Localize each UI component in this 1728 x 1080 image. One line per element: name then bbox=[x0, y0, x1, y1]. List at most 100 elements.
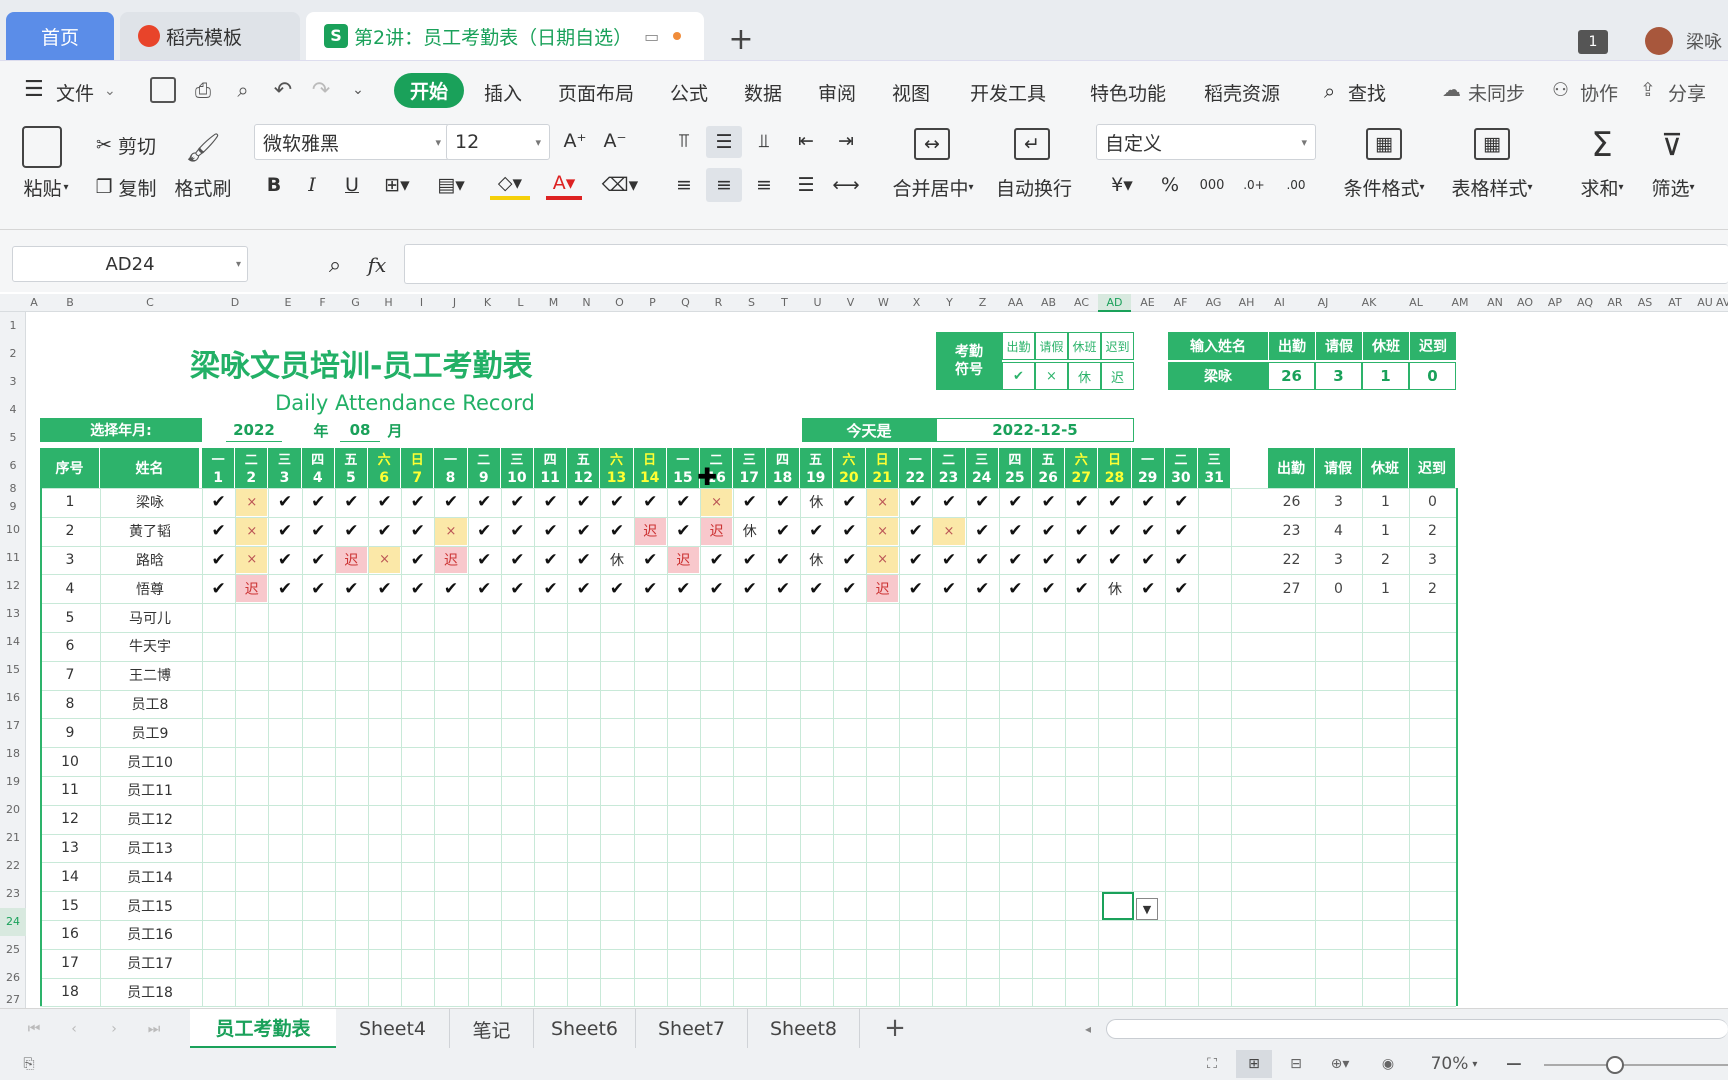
row-header-11[interactable]: 11 bbox=[0, 544, 26, 572]
attendance-cell[interactable]: ✔ bbox=[1000, 489, 1031, 516]
scroll-left-icon[interactable]: ◂ bbox=[1078, 1017, 1098, 1041]
align-top-icon[interactable]: ⫪ bbox=[668, 126, 700, 156]
attendance-cell[interactable]: ✔ bbox=[668, 489, 699, 516]
column-header-h[interactable]: H bbox=[372, 294, 405, 312]
font-size-select[interactable]: 12 ▾ bbox=[446, 124, 550, 160]
attendance-cell[interactable]: 休 bbox=[601, 547, 632, 574]
attendance-cell[interactable]: ✔ bbox=[767, 489, 798, 516]
column-header-ag[interactable]: AG bbox=[1197, 294, 1230, 312]
attendance-cell[interactable]: ✔ bbox=[1033, 547, 1064, 574]
attendance-cell[interactable]: ✔ bbox=[1033, 489, 1064, 516]
sheet-tab-3[interactable]: Sheet6 bbox=[534, 1009, 636, 1049]
attendance-cell[interactable]: ✔ bbox=[303, 518, 334, 545]
attendance-cell[interactable]: ✔ bbox=[402, 575, 433, 602]
column-header-b[interactable]: B bbox=[40, 294, 100, 312]
attendance-cell[interactable]: ✔ bbox=[203, 489, 234, 516]
attendance-cell[interactable]: 迟 bbox=[335, 546, 367, 574]
attendance-cell[interactable]: ✔ bbox=[967, 547, 998, 574]
attendance-cell[interactable]: ✔ bbox=[767, 575, 798, 602]
column-header-o[interactable]: O bbox=[603, 294, 636, 312]
menu-special[interactable]: 特色功能 bbox=[1090, 79, 1166, 106]
attendance-cell[interactable]: ✔ bbox=[469, 547, 500, 574]
attendance-cell[interactable]: ✔ bbox=[635, 575, 666, 602]
attendance-cell[interactable]: ✔ bbox=[601, 489, 632, 516]
month-input[interactable]: 08 bbox=[340, 418, 380, 442]
column-header-aj[interactable]: AJ bbox=[1300, 294, 1346, 312]
attendance-cell[interactable]: ✔ bbox=[502, 575, 533, 602]
column-header-ao[interactable]: AO bbox=[1510, 294, 1540, 312]
attendance-cell[interactable]: ✔ bbox=[1099, 547, 1130, 574]
attendance-cell[interactable]: ✔ bbox=[801, 518, 832, 545]
menu-developer[interactable]: 开发工具 bbox=[970, 79, 1046, 106]
attendance-cell[interactable]: × bbox=[867, 489, 899, 516]
redo-icon[interactable]: ↷ bbox=[308, 77, 334, 103]
cloud-icon[interactable]: ☁ bbox=[1442, 79, 1461, 101]
justify-icon[interactable]: ☰ bbox=[790, 170, 822, 200]
attendance-cell[interactable]: ✔ bbox=[1133, 489, 1164, 516]
sum-icon[interactable]: Σ bbox=[1584, 125, 1620, 165]
attendance-cell[interactable]: 迟 bbox=[634, 517, 666, 545]
table-style-icon[interactable]: ▦ bbox=[1474, 128, 1510, 160]
menu-find[interactable]: 查找 bbox=[1348, 79, 1386, 106]
attendance-cell[interactable]: ✔ bbox=[834, 518, 865, 545]
eye-protection-icon[interactable]: ◉ bbox=[1374, 1052, 1402, 1076]
column-header-d[interactable]: D bbox=[200, 294, 270, 312]
row-header-15[interactable]: 15 bbox=[0, 656, 26, 684]
attendance-cell[interactable]: ✔ bbox=[734, 575, 765, 602]
sync-status[interactable]: 未同步 bbox=[1468, 79, 1525, 106]
attendance-cell[interactable]: 休 bbox=[1099, 575, 1130, 602]
attendance-cell[interactable]: ✔ bbox=[900, 547, 931, 574]
font-color-icon[interactable]: A▾ bbox=[546, 170, 582, 200]
paste-button[interactable]: 粘贴 ▾ bbox=[18, 172, 74, 202]
attendance-cell[interactable]: ✔ bbox=[1099, 489, 1130, 516]
row-header-24[interactable]: 24 bbox=[0, 908, 26, 936]
column-header-ab[interactable]: AB bbox=[1032, 294, 1065, 312]
attendance-cell[interactable]: ✔ bbox=[967, 489, 998, 516]
increase-decimal-icon[interactable]: .0+ bbox=[1238, 170, 1270, 200]
print-preview-icon[interactable]: ⌕ bbox=[230, 77, 256, 103]
attendance-cell[interactable]: ✔ bbox=[1066, 575, 1097, 602]
column-header-r[interactable]: R bbox=[702, 294, 735, 312]
row-header-1[interactable]: 1 bbox=[0, 312, 26, 340]
attendance-cell[interactable]: ✔ bbox=[502, 489, 533, 516]
conditional-format-icon[interactable]: ▦ bbox=[1366, 128, 1402, 160]
cell-style-icon[interactable]: ▤▾ bbox=[434, 170, 468, 200]
attendance-cell[interactable]: × bbox=[236, 546, 268, 574]
column-header-m[interactable]: M bbox=[537, 294, 570, 312]
attendance-cell[interactable]: ✔ bbox=[801, 575, 832, 602]
attendance-cell[interactable]: ✔ bbox=[435, 575, 466, 602]
align-middle-icon[interactable]: ☰ bbox=[706, 126, 742, 158]
attendance-cell[interactable]: ✔ bbox=[203, 518, 234, 545]
column-header-ar[interactable]: AR bbox=[1600, 294, 1630, 312]
attendance-cell[interactable]: ✔ bbox=[402, 489, 433, 516]
attendance-cell[interactable]: ✔ bbox=[1133, 575, 1164, 602]
row-header-16[interactable]: 16 bbox=[0, 684, 26, 712]
attendance-cell[interactable]: ✔ bbox=[502, 518, 533, 545]
attendance-cell[interactable]: 休 bbox=[801, 547, 832, 574]
column-header-i[interactable]: I bbox=[405, 294, 438, 312]
menu-page-layout[interactable]: 页面布局 bbox=[558, 79, 634, 106]
attendance-cell[interactable]: 迟 bbox=[236, 575, 268, 603]
attendance-cell[interactable]: ✔ bbox=[967, 575, 998, 602]
attendance-cell[interactable]: ✔ bbox=[369, 518, 400, 545]
attendance-cell[interactable]: ✔ bbox=[336, 489, 367, 516]
attendance-cell[interactable]: × bbox=[701, 489, 733, 516]
attendance-cell[interactable]: × bbox=[867, 517, 899, 545]
decrease-decimal-icon[interactable]: .00 bbox=[1280, 170, 1312, 200]
attendance-cell[interactable]: ✔ bbox=[967, 518, 998, 545]
column-header-at[interactable]: AT bbox=[1660, 294, 1690, 312]
attendance-cell[interactable]: ✔ bbox=[734, 489, 765, 516]
macro-icon[interactable]: ⎘ bbox=[16, 1052, 42, 1076]
sheet-tab-0[interactable]: 员工考勤表 bbox=[190, 1009, 336, 1049]
attendance-cell[interactable]: × bbox=[933, 517, 965, 545]
row-header-22[interactable]: 22 bbox=[0, 852, 26, 880]
column-header-av[interactable]: AV bbox=[1716, 294, 1728, 312]
attendance-cell[interactable]: ✔ bbox=[900, 489, 931, 516]
attendance-cell[interactable]: ✔ bbox=[469, 575, 500, 602]
attendance-cell[interactable]: 休 bbox=[801, 489, 832, 516]
prev-sheet-icon[interactable]: ‹ bbox=[62, 1017, 86, 1041]
user-name[interactable]: 梁咏 bbox=[1686, 28, 1722, 54]
sheet-tab-1[interactable]: Sheet4 bbox=[336, 1009, 450, 1049]
attendance-cell[interactable]: ✔ bbox=[568, 518, 599, 545]
attendance-cell[interactable]: ✔ bbox=[668, 518, 699, 545]
